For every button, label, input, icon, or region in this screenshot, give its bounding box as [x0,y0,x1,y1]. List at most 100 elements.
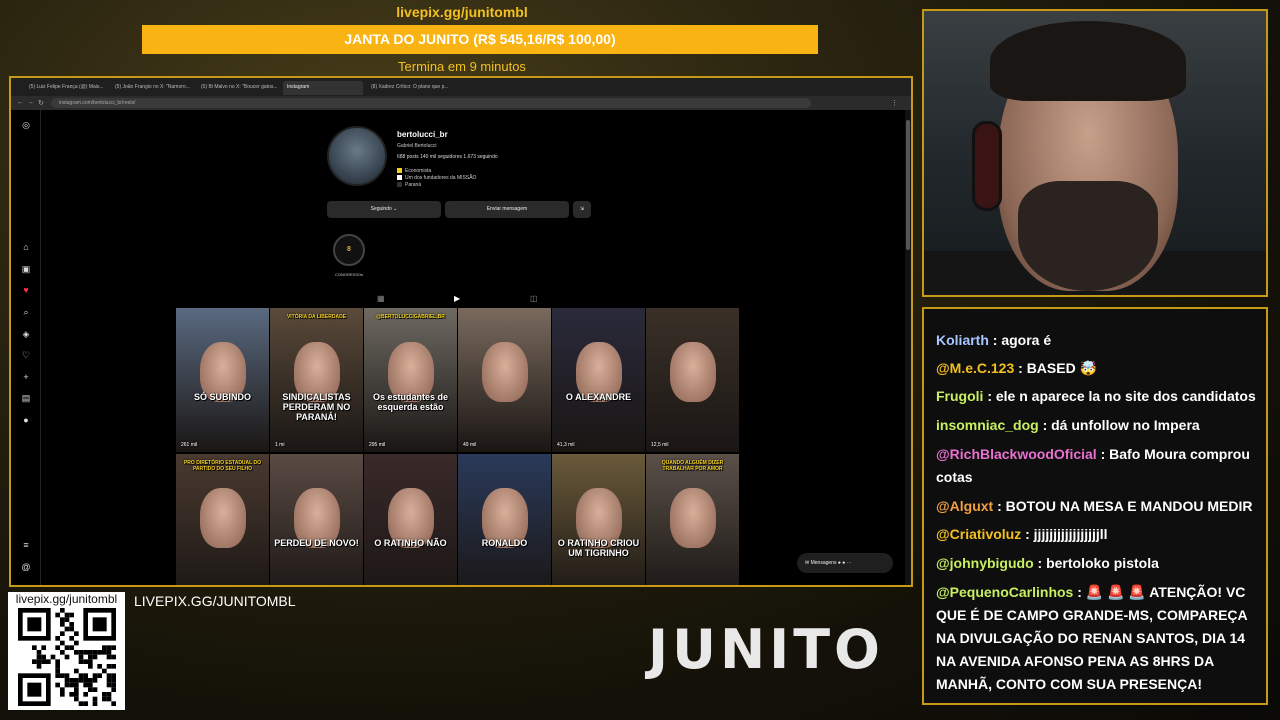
reel-tile[interactable]: @BERTOLUCCIGABRIEL.BR Os estudantes de es… [364,308,457,452]
chat-username[interactable]: @PequenoCarlinhos [936,584,1073,600]
more-menu-icon[interactable]: ≡ [20,540,32,550]
profile-full-name: Gabriel Bertolucci [397,143,437,149]
chat-text: : ele n aparece la no site dos candidato… [987,388,1256,404]
reel-tile[interactable]: O RATINHO NÃO [364,454,457,585]
donation-url: livepix.gg/junitombl [396,4,528,20]
following-button[interactable]: Seguindo ⌄ [327,201,441,218]
chat-username[interactable]: @RichBlackwoodOficial [936,446,1097,462]
reels-icon[interactable]: ▣ [20,264,32,275]
reel-tile[interactable]: QUANDO ALGUÉM DIZER TRABALHAR POR AMOR [646,454,739,585]
bio-line: Paraná [397,182,421,188]
profile-icon[interactable]: ● [20,415,32,425]
profile-username: bertolucci_br [397,130,448,139]
reel-thumbnail [200,488,246,548]
chat-username[interactable]: Koliarth [936,332,989,348]
reel-top-caption: VITÓRIA DA LIBERDADE [286,314,347,320]
chat-username[interactable]: @M.e.C.123 [936,360,1014,376]
tab-bar: (5) Luiz Felipe França (@) Mais... (5) J… [11,78,911,96]
chat-message: @johnybigudo : bertoloko pistola [936,552,1266,575]
channel-logo: JUNITO [648,618,884,681]
reel-caption: RONALDO [481,538,528,548]
bottom-donation-url: LIVEPIX.GG/JUNITOMBL [134,593,296,609]
notifications-icon[interactable]: ♥ [20,285,32,295]
profile-avatar[interactable] [327,126,387,186]
home-icon[interactable]: ⌂ [20,242,32,252]
reel-view-count: 41,3 mil [557,442,575,448]
bio-line: Um dos fundadores da MISSÃO [397,175,476,181]
chat-message: insomniac_dog : dá unfollow no Impera [936,414,1266,437]
menu-icon[interactable]: ⋮ [891,99,898,107]
reel-tile[interactable]: SÓ SUBINDO 261 mil [176,308,269,452]
explore-icon[interactable]: ◈ [20,329,32,340]
reel-tile[interactable]: 49 mil [458,308,551,452]
chat-message: Koliarth : agora é [936,329,1266,352]
webcam-feed [922,9,1268,297]
reel-view-count: 1 mi [275,442,285,448]
send-message-button[interactable]: Enviar mensagem [445,201,569,218]
forward-icon[interactable]: → [27,99,34,106]
threads-icon[interactable]: @ [20,562,32,572]
reel-view-count: 12,5 mil [651,442,669,448]
reel-tile[interactable]: O ALEXANDRE 41,3 mil [552,308,645,452]
search-icon[interactable]: ⌕ [20,307,32,318]
chat-message: @Criativoluz : jjjjjjjjjjjjjjjjjll [936,523,1266,546]
chat-username[interactable]: @Criativoluz [936,526,1021,542]
scrollbar[interactable] [905,110,911,585]
chat-text: : bertoloko pistola [1037,555,1159,571]
reel-tile[interactable]: RONALDO [458,454,551,585]
reels-grid: SÓ SUBINDO 261 mil VITÓRIA DA LIBERDADE SIN… [176,308,740,585]
reel-view-count: 295 mil [369,442,386,448]
reels-tab-icon[interactable]: ▶ [454,294,460,303]
reel-tile[interactable]: PRO DIRETÓRIO ESTADUAL DO PARTIDO DO SEU… [176,454,269,585]
chat-message: @RichBlackwoodOficial : Bafo Moura compr… [936,443,1266,489]
reel-caption: O RATINHO CRIOU UM TIGRINHO [557,538,640,558]
reel-tile[interactable]: VITÓRIA DA LIBERDADE SINDICALISTAS PERDER… [270,308,363,452]
chat-panel: Koliarth : agora é @M.e.C.123 : BASED 🤯 Fr… [922,307,1268,705]
chat-username[interactable]: @Alguxt [936,498,993,514]
likes-icon[interactable]: ♡ [20,350,32,361]
chat-username[interactable]: insomniac_dog [936,417,1039,433]
tagged-tab-icon[interactable]: ◫ [530,294,538,303]
back-icon[interactable]: ← [17,99,24,106]
reel-thumbnail [482,342,528,402]
browser-tab-active[interactable]: Instagram [283,81,363,95]
reel-tile[interactable]: O RATINHO CRIOU UM TIGRINHO [552,454,645,585]
browser-tab[interactable]: (8) Xadrez Crítico: O plano que p... [367,81,449,95]
browser-tab[interactable]: (5) Luiz Felipe França (@) Mais... [25,81,107,95]
chat-text: : dá unfollow no Impera [1042,417,1200,433]
qr-code [18,608,116,706]
story-highlight-label: CONGRESSOs [334,272,363,277]
reel-tile[interactable]: PERDEU DE NOVO! [270,454,363,585]
posts-tab-icon[interactable]: ▦ [377,294,385,303]
donation-goal-bar: JANTA DO JUNITO (R$ 545,16/R$ 100,00) [142,25,818,54]
headphone-icon [972,121,1002,211]
dashboard-icon[interactable]: ▤ [20,393,32,404]
reel-caption: O ALEXANDRE [565,392,632,402]
reel-caption: Os estudantes de esquerda estão [372,392,449,412]
instagram-logo-icon[interactable]: ◎ [20,120,32,131]
chat-text: : agora é [992,332,1052,348]
url-field[interactable]: instagram.com/bertolucci_br/reels/ [51,98,811,108]
bio-line: Economista [397,168,431,174]
reload-icon[interactable]: ↻ [38,99,44,107]
story-highlight[interactable]: 8 [333,234,365,266]
instagram-page: ◎ ⌂ ▣ ♥ ⌕ ◈ ♡ + ▤ ● ≡ @ bertolucci_br Ga… [11,110,911,585]
browser-tab[interactable]: (5) Bi Malvo no X: "Boucer gatos... [197,81,279,95]
reel-top-caption: PRO DIRETÓRIO ESTADUAL DO PARTIDO DO SEU… [183,460,262,472]
browser-tab[interactable]: (5) João Frangio no X: "Namoro... [111,81,193,95]
chat-username[interactable]: @johnybigudo [936,555,1034,571]
scrollbar-thumb[interactable] [906,120,910,250]
messages-pill[interactable]: ✉ Mensagens ● ● ⋯ [797,553,893,573]
chat-text: : BASED 🤯 [1018,360,1098,376]
reel-thumbnail [670,488,716,548]
qr-code-box: livepix.gg/junitombl [8,592,125,710]
chat-message: @M.e.C.123 : BASED 🤯 [936,357,1266,380]
create-icon[interactable]: + [20,372,32,382]
reel-tile[interactable]: 12,5 mil [646,308,739,452]
instagram-sidebar: ◎ ⌂ ▣ ♥ ⌕ ◈ ♡ + ▤ ● ≡ @ [11,110,41,585]
reel-top-caption: @BERTOLUCCIGABRIEL.BR [376,314,445,320]
reel-caption: SINDICALISTAS PERDERAM NO PARANÁ! [282,392,351,422]
suggest-user-button[interactable]: ⇲ [573,201,591,218]
chat-username[interactable]: Frugoli [936,388,983,404]
chat-text: : jjjjjjjjjjjjjjjjjll [1025,526,1108,542]
